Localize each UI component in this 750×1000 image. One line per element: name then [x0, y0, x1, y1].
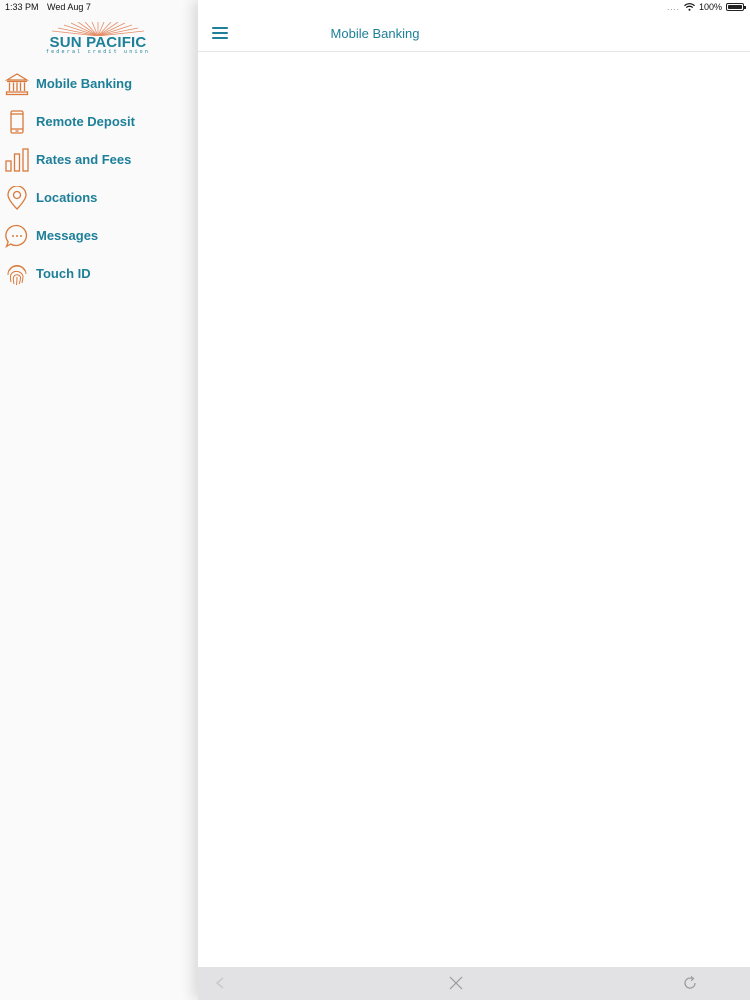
- web-content-area: [198, 52, 750, 967]
- chat-bubble-icon: [5, 224, 28, 248]
- sidebar-item-remote-deposit[interactable]: Remote Deposit: [0, 102, 198, 140]
- nav-bar: Mobile Banking: [198, 15, 750, 52]
- battery-icon: [726, 3, 746, 11]
- sidebar-item-touch-id[interactable]: Touch ID: [0, 254, 198, 292]
- sidebar-item-messages[interactable]: Messages: [0, 216, 198, 254]
- sidebar: SUN PACIFIC federal credit union Mobile …: [0, 0, 198, 1000]
- wifi-icon: [684, 3, 695, 11]
- sidebar-item-label: Rates and Fees: [36, 152, 132, 167]
- sidebar-item-label: Messages: [36, 228, 99, 243]
- back-arrow-icon[interactable]: [212, 975, 228, 991]
- close-icon[interactable]: [448, 975, 464, 991]
- status-time: 1:33 PM: [5, 2, 39, 12]
- page-title: Mobile Banking: [330, 26, 420, 41]
- refresh-icon[interactable]: [682, 975, 698, 991]
- sidebar-nav: Mobile Banking Remote Deposit Rates and …: [0, 64, 198, 292]
- phone-icon: [10, 110, 24, 134]
- location-pin-icon: [7, 186, 27, 210]
- sidebar-item-locations[interactable]: Locations: [0, 178, 198, 216]
- status-right: .... 100%: [667, 2, 746, 12]
- sidebar-item-label: Mobile Banking: [36, 76, 133, 91]
- browser-toolbar: [198, 967, 750, 1000]
- signal-dots: ....: [667, 2, 680, 12]
- sidebar-item-label: Touch ID: [36, 266, 91, 281]
- status-date: Wed Aug 7: [47, 2, 91, 12]
- sidebar-item-label: Locations: [36, 190, 98, 205]
- app-screen: SUN PACIFIC federal credit union Mobile …: [0, 0, 750, 1000]
- sidebar-item-label: Remote Deposit: [36, 114, 135, 129]
- main-panel: Mobile Banking: [198, 0, 750, 1000]
- status-bar: 1:33 PM Wed Aug 7 .... 100%: [0, 0, 750, 16]
- bar-chart-icon: [5, 148, 29, 172]
- bank-icon: [5, 73, 29, 96]
- sidebar-item-mobile-banking[interactable]: Mobile Banking: [0, 64, 198, 102]
- sidebar-item-rates-and-fees[interactable]: Rates and Fees: [0, 140, 198, 178]
- battery-percent: 100%: [698, 2, 722, 12]
- fingerprint-icon: [7, 265, 27, 286]
- logo-tagline: federal credit union: [45, 49, 151, 55]
